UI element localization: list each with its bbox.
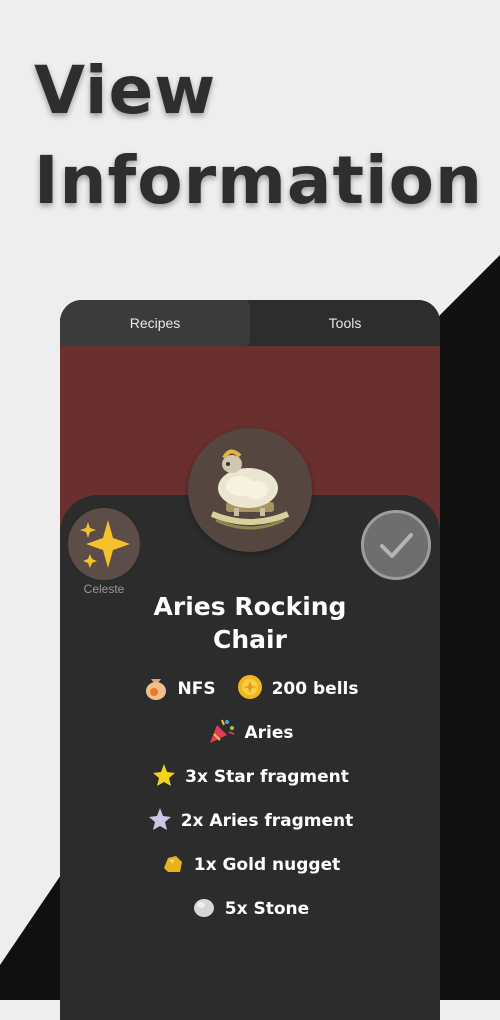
money-bag-icon xyxy=(142,673,170,706)
party-popper-icon xyxy=(206,716,236,751)
season-row: Aries xyxy=(60,718,440,748)
headline-line-2: Information xyxy=(34,142,483,219)
bell-coin-icon xyxy=(236,673,264,706)
buy-price: NFS xyxy=(177,679,216,699)
sparkles-icon xyxy=(80,520,130,568)
mark-done-button[interactable] xyxy=(361,510,431,580)
material-row: 5x Stone xyxy=(60,894,440,924)
material-label: 5x Stone xyxy=(224,899,310,919)
item-image xyxy=(188,428,312,552)
material-row: 3x Star fragment xyxy=(60,762,440,792)
headline: View Information xyxy=(34,46,483,226)
aries-rocking-chair-icon xyxy=(210,449,290,530)
tab-tools[interactable]: Tools xyxy=(250,300,440,346)
sell-price: 200 bells xyxy=(271,679,359,699)
tab-recipes[interactable]: Recipes xyxy=(60,300,250,346)
material-label: 2x Aries fragment xyxy=(180,811,354,831)
material-row: 1x Gold nugget xyxy=(60,850,440,880)
phone-screen: Recipes Tools Celeste Aries Rocking Chai… xyxy=(60,300,440,1020)
material-row: 2x Aries fragment xyxy=(60,806,440,836)
stone-icon xyxy=(191,894,217,925)
star-fragment-icon xyxy=(151,762,177,793)
tab-bar: Recipes Tools xyxy=(60,300,440,346)
price-row: NFS 200 bells xyxy=(60,674,440,704)
item-name-line-1: Aries Rocking xyxy=(153,592,347,621)
item-name: Aries Rocking Chair xyxy=(80,590,420,656)
material-label: 3x Star fragment xyxy=(185,767,349,787)
item-name-line-2: Chair xyxy=(213,625,287,654)
checkmark-icon xyxy=(380,533,413,558)
villager-avatar[interactable] xyxy=(68,508,140,580)
headline-line-1: View xyxy=(34,52,217,129)
gold-nugget-icon xyxy=(160,850,186,881)
aries-fragment-icon xyxy=(147,806,173,837)
season-label: Aries xyxy=(244,723,294,743)
material-label: 1x Gold nugget xyxy=(193,855,341,875)
